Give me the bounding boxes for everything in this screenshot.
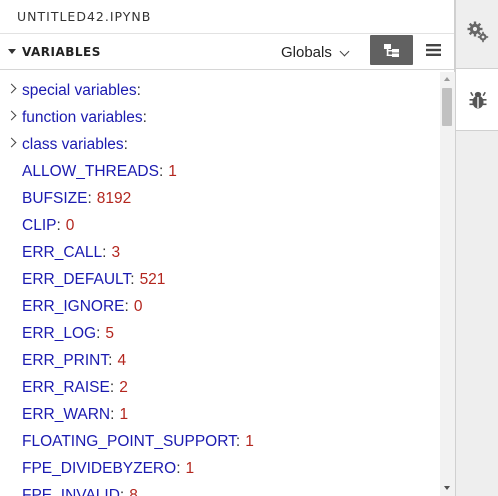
variable-value: 3 bbox=[111, 243, 121, 261]
variable-name: BUFSIZE bbox=[22, 189, 88, 207]
variable-row[interactable]: BUFSIZE: 8192 bbox=[0, 185, 440, 212]
variable-row[interactable]: FPE_DIVIDEBYZERO: 1 bbox=[0, 455, 440, 482]
scroll-up-arrow-icon[interactable] bbox=[444, 77, 450, 81]
property-inspector-tab[interactable] bbox=[456, 0, 498, 63]
notebook-title-bar: UNTITLED42.IPYNB bbox=[0, 0, 454, 34]
separator: : bbox=[87, 189, 92, 207]
variable-entry: ERR_LOG: 5 bbox=[22, 325, 114, 343]
group-label: function variables bbox=[22, 108, 143, 126]
variable-entry: ERR_RAISE: 2 bbox=[22, 379, 128, 397]
variable-row[interactable]: ERR_LOG: 5 bbox=[0, 320, 440, 347]
variable-name: ERR_DEFAULT bbox=[22, 270, 131, 288]
group-row-function[interactable]: function variables: bbox=[0, 104, 440, 131]
variable-row[interactable]: FPE_INVALID: 8 bbox=[0, 482, 440, 496]
vertical-scrollbar[interactable] bbox=[440, 72, 455, 496]
variable-entry: FLOATING_POINT_SUPPORT: 1 bbox=[22, 433, 254, 451]
variable-value: 0 bbox=[133, 297, 143, 315]
variable-row[interactable]: ALLOW_THREADS: 1 bbox=[0, 158, 440, 185]
variable-value: 8192 bbox=[96, 189, 132, 207]
separator: : bbox=[136, 81, 141, 99]
variable-entry: FPE_DIVIDEBYZERO: 1 bbox=[22, 460, 194, 478]
variable-entry: CLIP: 0 bbox=[22, 217, 74, 235]
chevron-right-icon[interactable] bbox=[6, 137, 17, 148]
separator: : bbox=[158, 162, 164, 180]
group-label: class variables bbox=[22, 135, 124, 153]
variable-entry: ERR_IGNORE: 0 bbox=[22, 298, 142, 316]
scope-dropdown[interactable]: Globals bbox=[281, 40, 350, 64]
variable-value: 5 bbox=[105, 324, 115, 342]
notebook-title: UNTITLED42.IPYNB bbox=[17, 9, 152, 24]
table-view-button[interactable] bbox=[421, 38, 445, 62]
tree-view-button[interactable] bbox=[370, 35, 413, 65]
variable-entry: BUFSIZE: 8192 bbox=[22, 190, 131, 208]
variable-name: ERR_IGNORE bbox=[22, 297, 125, 315]
chevron-down-icon bbox=[339, 46, 350, 56]
variable-row[interactable]: CLIP: 0 bbox=[0, 212, 440, 239]
variable-entry: ALLOW_THREADS: 1 bbox=[22, 163, 177, 181]
separator: : bbox=[96, 324, 101, 342]
group-row-class[interactable]: class variables: bbox=[0, 131, 440, 158]
separator: : bbox=[119, 486, 125, 496]
variable-name: CLIP bbox=[22, 216, 57, 234]
variable-row[interactable]: FLOATING_POINT_SUPPORT: 1 bbox=[0, 428, 440, 455]
variable-value: 4 bbox=[117, 351, 127, 369]
variable-name: ERR_PRINT bbox=[22, 351, 109, 369]
separator: : bbox=[102, 243, 107, 261]
variable-value: 1 bbox=[245, 432, 254, 450]
variable-name: ERR_CALL bbox=[22, 243, 103, 261]
group-row-special[interactable]: special variables: bbox=[0, 77, 440, 104]
chevron-right-icon[interactable] bbox=[6, 110, 17, 121]
collapse-caret-icon[interactable] bbox=[8, 49, 16, 54]
scrollbar-thumb[interactable] bbox=[442, 88, 452, 126]
variable-value: 1 bbox=[119, 405, 129, 423]
debugger-tab[interactable] bbox=[455, 68, 498, 131]
variable-value: 1 bbox=[185, 459, 195, 477]
variable-name: ALLOW_THREADS bbox=[22, 162, 159, 180]
separator: : bbox=[56, 216, 61, 234]
scroll-down-arrow-icon[interactable] bbox=[444, 486, 450, 490]
variable-row[interactable]: ERR_CALL: 3 bbox=[0, 239, 440, 266]
variables-inspector-panel: UNTITLED42.IPYNB VARIABLES Globals speci bbox=[0, 0, 455, 496]
separator: : bbox=[124, 297, 129, 315]
variable-row[interactable]: ERR_PRINT: 4 bbox=[0, 347, 440, 374]
variable-name: ERR_WARN bbox=[22, 405, 111, 423]
variable-name: FLOATING_POINT_SUPPORT bbox=[22, 432, 236, 450]
variable-value: 8 bbox=[129, 486, 138, 496]
variable-row[interactable]: ERR_IGNORE: 0 bbox=[0, 293, 440, 320]
variable-value: 2 bbox=[119, 378, 128, 396]
variable-value: 0 bbox=[65, 216, 75, 234]
variable-name: FPE_DIVIDEBYZERO bbox=[22, 459, 177, 477]
group-label: special variables bbox=[22, 81, 137, 99]
variable-entry: ERR_CALL: 3 bbox=[22, 244, 120, 262]
separator: : bbox=[123, 135, 128, 153]
scope-selected-label: Globals bbox=[281, 43, 332, 61]
separator: : bbox=[108, 351, 113, 369]
separator: : bbox=[235, 432, 241, 450]
separator: : bbox=[130, 270, 135, 288]
right-sidebar-rail bbox=[455, 0, 498, 496]
separator: : bbox=[110, 405, 115, 423]
variable-entry: ERR_DEFAULT: 521 bbox=[22, 271, 165, 289]
separator: : bbox=[176, 459, 181, 477]
chevron-right-icon[interactable] bbox=[6, 83, 17, 94]
tree-view-icon bbox=[383, 43, 399, 57]
variables-section-title: VARIABLES bbox=[22, 44, 101, 59]
gears-icon bbox=[467, 21, 488, 42]
variable-entry: ERR_WARN: 1 bbox=[22, 406, 128, 424]
variable-name: ERR_RAISE bbox=[22, 378, 110, 396]
variable-row[interactable]: ERR_DEFAULT: 521 bbox=[0, 266, 440, 293]
variables-list: special variables: function variables: c… bbox=[0, 72, 440, 496]
variable-name: ERR_LOG bbox=[22, 324, 97, 342]
bug-icon bbox=[469, 91, 486, 108]
variable-row[interactable]: ERR_RAISE: 2 bbox=[0, 374, 440, 401]
separator: : bbox=[109, 378, 115, 396]
separator: : bbox=[142, 108, 147, 126]
variable-entry: FPE_INVALID: 8 bbox=[22, 487, 138, 496]
table-view-icon bbox=[425, 44, 441, 56]
variable-row[interactable]: ERR_WARN: 1 bbox=[0, 401, 440, 428]
variable-entry: ERR_PRINT: 4 bbox=[22, 352, 126, 370]
variable-value: 521 bbox=[139, 270, 166, 288]
variable-name: FPE_INVALID bbox=[22, 486, 120, 496]
variable-value: 1 bbox=[168, 162, 177, 180]
